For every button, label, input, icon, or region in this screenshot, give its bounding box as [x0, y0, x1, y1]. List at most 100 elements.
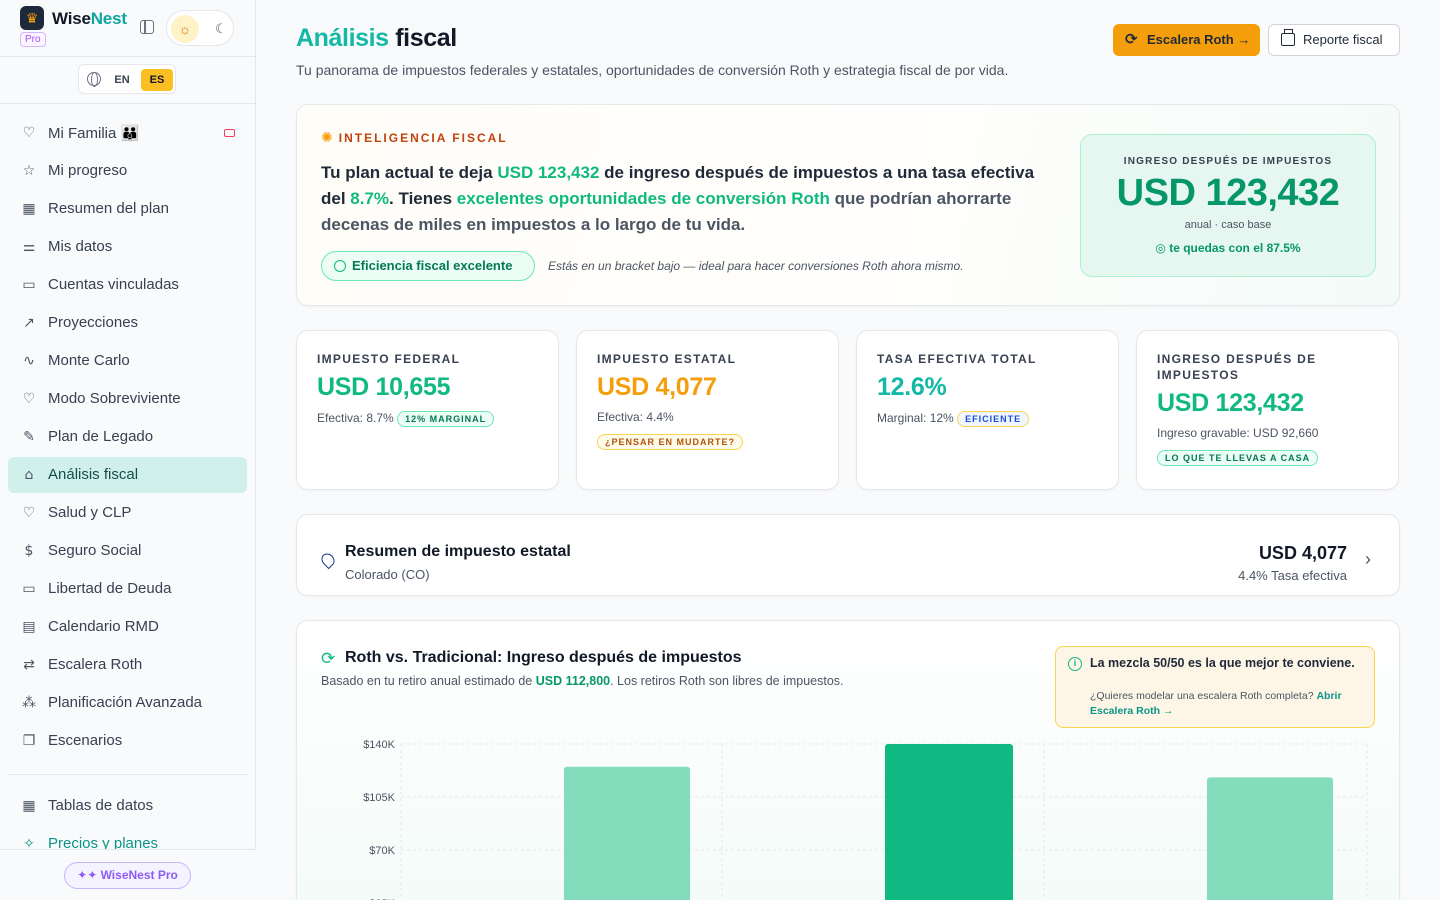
state-amount: USD 4,077 [1258, 543, 1347, 563]
stat-sub: Efectiva: 4.4% [597, 410, 674, 424]
sidebar-item-label: Mi Familia 👪 [48, 125, 140, 142]
stat-pill[interactable]: ¿PENSAR EN MUDARTE? [597, 434, 744, 450]
stat-pill: 12% MARGINAL [397, 411, 495, 427]
stat-pill: LO QUE TE LLEVAS A CASA [1157, 450, 1319, 466]
sidebar-item-mis-datos[interactable]: ⚌ Mis datos [8, 229, 247, 265]
sidebar-item-label: Resumen del plan [48, 200, 169, 217]
page-title: Análisis fiscal [296, 24, 457, 53]
sidebar-item-rmd[interactable]: ▤ Calendario RMD [8, 609, 247, 645]
sidebar-item-label: Planificación Avanzada [48, 694, 202, 711]
sidebar-item-label: Mis datos [48, 238, 113, 255]
sidebar-item-mi-familia[interactable]: ♡ Mi Familia 👪 [8, 115, 247, 151]
map-pin-icon [318, 550, 338, 570]
star-icon: ☆ [22, 163, 36, 179]
copy-icon: ❐ [22, 733, 36, 749]
intel-text-amount: USD 123,432 [497, 163, 600, 182]
chevron-right-icon[interactable]: › [1365, 549, 1371, 570]
network-icon: ⁂ [22, 695, 36, 711]
after-tax-subtitle: anual · caso base [1184, 219, 1272, 231]
stat-card-state: IMPUESTO ESTATAL USD 4,077 Efectiva: 4.4… [576, 330, 839, 490]
shield-icon: ◎ [1155, 241, 1170, 255]
sidebar-nav: ♡ Mi Familia 👪 ☆ Mi progreso ▦ Resumen d… [8, 115, 247, 761]
roth-ladder-button[interactable]: ⟳ Escalera Roth → [1113, 24, 1260, 56]
chart-bar[interactable] [885, 744, 1013, 900]
sidebar-item-tablas[interactable]: ▦ Tablas de datos [8, 788, 247, 824]
stat-sub-text: Efectiva: 8.7% [317, 411, 394, 426]
intel-text-part: Tu plan actual te deja [321, 163, 498, 182]
after-tax-keep: ◎ te quedas con el 87.5% [1081, 241, 1375, 255]
sidebar-item-label: Análisis fiscal [48, 466, 139, 483]
sun-icon[interactable]: ☼ [171, 15, 199, 43]
sidebar-item-analisis-fiscal[interactable]: ⌂ Análisis fiscal [8, 457, 247, 493]
sidebar-item-salud[interactable]: ♡ Salud y CLP [8, 495, 247, 531]
sidebar-item-seguro-social[interactable]: $ Seguro Social [8, 533, 247, 569]
page-title-accent: Análisis [296, 24, 389, 52]
y-tick-label: $140K [363, 739, 395, 751]
tax-report-button[interactable]: Reporte fiscal [1268, 24, 1400, 56]
after-tax-value: USD 123,432 [1116, 172, 1340, 214]
stat-sub-text: Marginal: 12% [877, 411, 954, 426]
roth-subtitle: Basado en tu retiro anual estimado de US… [321, 674, 844, 688]
efficiency-note: Estás en un bracket bajo — ideal para ha… [548, 259, 964, 273]
lang-en-button[interactable]: EN [109, 69, 135, 91]
upgrade-pro-button[interactable]: ✦✦ WiseNest Pro [64, 862, 191, 889]
roth-sub-part: Basado en tu retiro anual estimado de [321, 674, 536, 688]
stat-label: IMPUESTO FEDERAL [317, 352, 461, 366]
dollar-circle-icon: $ [24, 543, 34, 559]
stat-pill-row: ¿PENSAR EN MUDARTE? [597, 434, 744, 450]
info-icon: i [1068, 657, 1082, 671]
moon-icon[interactable]: ☾ [207, 15, 235, 43]
table-icon: ▦ [22, 798, 36, 814]
sliders-icon: ⚌ [22, 239, 36, 255]
sidebar-item-monte-carlo[interactable]: ∿ Monte Carlo [8, 343, 247, 379]
sidebar-item-escenarios[interactable]: ❐ Escenarios [8, 723, 247, 759]
sidebar-collapse-icon[interactable] [140, 20, 154, 34]
sidebar-item-cuentas[interactable]: ▭ Cuentas vinculadas [8, 267, 247, 303]
intel-text-highlight: excelentes oportunidades de conversión R… [456, 189, 830, 208]
intel-summary: Tu plan actual te deja USD 123,432 de in… [321, 160, 1041, 238]
brand-name-b: Nest [90, 9, 127, 28]
state-rate: 4.4% Tasa efectiva [1238, 568, 1347, 583]
stat-card-effective: TASA EFECTIVA TOTAL 12.6% Marginal: 12% … [856, 330, 1119, 490]
sidebar-item-escalera-roth[interactable]: ⇄ Escalera Roth [8, 647, 247, 683]
sidebar-item-proyecciones[interactable]: ↗ Proyecciones [8, 305, 247, 341]
tip-text-part: ¿Quieres modelar una escalera Roth compl… [1090, 690, 1317, 702]
calendar-clock-icon: ▤ [22, 619, 36, 635]
sidebar-item-sobreviviente[interactable]: ♡ Modo Sobreviviente [8, 381, 247, 417]
stat-value: USD 10,655 [317, 373, 451, 401]
state-tax-summary[interactable]: Resumen de impuesto estatal Colorado (CO… [296, 514, 1400, 596]
stat-pill-row: LO QUE TE LLEVAS A CASA [1157, 450, 1319, 466]
refresh-icon: ⟳ [321, 649, 336, 669]
tax-intelligence-card: ✺ INTELIGENCIA FISCAL Tu plan actual te d… [296, 104, 1400, 306]
globe-icon [87, 72, 101, 87]
after-tax-income-box: INGRESO DESPUÉS DE IMPUESTOS USD 123,432… [1080, 134, 1376, 277]
chart-bar[interactable] [564, 766, 690, 900]
lang-es-button[interactable]: ES [141, 69, 173, 91]
sidebar-item-deuda[interactable]: ▭ Libertad de Deuda [8, 571, 247, 607]
stat-sub: Efectiva: 8.7% 12% MARGINAL [317, 411, 495, 427]
sidebar-item-planificacion[interactable]: ⁂ Planificación Avanzada [8, 685, 247, 721]
sidebar-item-label: Escalera Roth [48, 656, 143, 673]
printer-icon [1281, 29, 1295, 46]
sidebar-item-label: Cuentas vinculadas [48, 276, 179, 293]
heart-icon: ♡ [22, 125, 36, 141]
sidebar-item-label: Mi progreso [48, 162, 128, 179]
sidebar-item-resumen[interactable]: ▦ Resumen del plan [8, 191, 247, 227]
stat-sub: Marginal: 12% EFICIENTE [877, 411, 1030, 427]
sidebar-item-label: Monte Carlo [48, 352, 130, 369]
state-name: Colorado (CO) [345, 567, 430, 582]
intel-text-rate: 8.7% [350, 189, 390, 208]
sidebar-item-label: Proyecciones [48, 314, 139, 331]
refresh-icon: ⟳ [1125, 31, 1138, 48]
after-tax-label: INGRESO DESPUÉS DE IMPUESTOS [1123, 156, 1333, 167]
chart-bar[interactable] [1207, 777, 1333, 900]
sidebar-item-mi-progreso[interactable]: ☆ Mi progreso [8, 153, 247, 189]
stat-value: USD 123,432 [1157, 389, 1304, 417]
stat-card-federal: IMPUESTO FEDERAL USD 10,655 Efectiva: 8.… [296, 330, 559, 490]
theme-toggle[interactable]: ☼ ☾ [166, 10, 234, 46]
wallet-icon: ▭ [22, 277, 36, 293]
tax-report-label: Reporte fiscal [1303, 32, 1383, 47]
tip-text: ¿Quieres modelar una escalera Roth compl… [1090, 689, 1365, 719]
page-title-rest: fiscal [395, 24, 457, 52]
sidebar-item-legado[interactable]: ✎ Plan de Legado [8, 419, 247, 455]
